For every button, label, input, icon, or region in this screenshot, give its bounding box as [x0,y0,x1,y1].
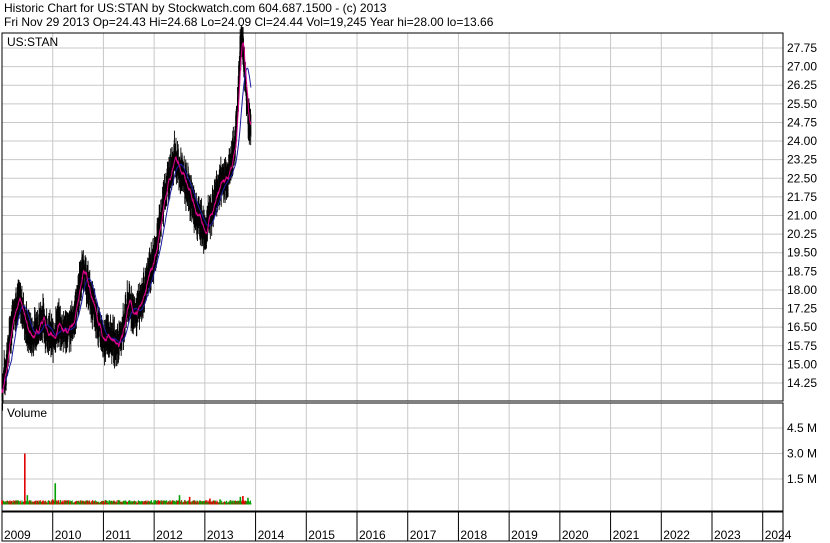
x-tick-label: 2014 [258,528,285,542]
x-tick-label: 2015 [308,528,335,542]
x-tick-label: 2013 [207,528,234,542]
x-tick-label: 2018 [460,528,487,542]
x-tick-label: 2010 [55,528,82,542]
x-tick-label: 2024 [765,528,792,542]
x-tick-label: 2019 [511,528,538,542]
volume-tick-label: 3.0 M [787,447,817,461]
x-tick-label: 2021 [613,528,640,542]
price-panel-title: US:STAN [7,35,58,49]
price-tick-label: 24.75 [787,115,817,129]
price-tick-label: 26.25 [787,78,817,92]
x-tick-label: 2022 [663,528,690,542]
grid [1,33,783,541]
price-tick-label: 21.00 [787,209,817,223]
x-tick-label: 2011 [105,528,131,542]
moving-average-long [1,67,252,394]
panel-frames [1,32,784,542]
price-tick-label: 27.00 [787,60,817,74]
price-tick-label: 22.50 [787,171,817,185]
price-tick-label: 18.00 [787,283,817,297]
x-tick-label: 2009 [4,528,31,542]
volume-tick-label: 4.5 M [787,421,817,435]
x-tick-label: 2017 [410,528,437,542]
price-tick-label: 25.50 [787,97,817,111]
x-tick-label: 2023 [714,528,741,542]
price-tick-label: 23.25 [787,153,817,167]
x-tick-label: 2012 [156,528,183,542]
volume-panel-title: Volume [7,406,47,420]
price-tick-label: 15.75 [787,339,817,353]
price-tick-label: 21.75 [787,190,817,204]
price-tick-label: 14.25 [787,376,817,390]
axis-labels: 14.25 15.00 15.75 16.50 17.25 18.00 18.75 19.50… [4,41,817,542]
price-tick-label: 24.00 [787,134,817,148]
volume-tick-label: 1.5 M [787,472,817,486]
price-tick-label: 17.25 [787,302,817,316]
price-tick-label: 18.75 [787,264,817,278]
price-tick-label: 19.50 [787,246,817,260]
price-tick-label: 27.75 [787,41,817,55]
price-tick-label: 16.50 [787,320,817,334]
volume-panel-frame [1,402,784,512]
price-tick-label: 20.25 [787,227,817,241]
price-series [1,25,252,411]
x-tick-label: 2020 [562,528,589,542]
stock-chart: 14.25 15.00 15.75 16.50 17.25 18.00 18.75 19.50… [1,25,817,542]
price-tick-label: 15.00 [787,357,817,371]
x-tick-label: 2016 [359,528,386,542]
